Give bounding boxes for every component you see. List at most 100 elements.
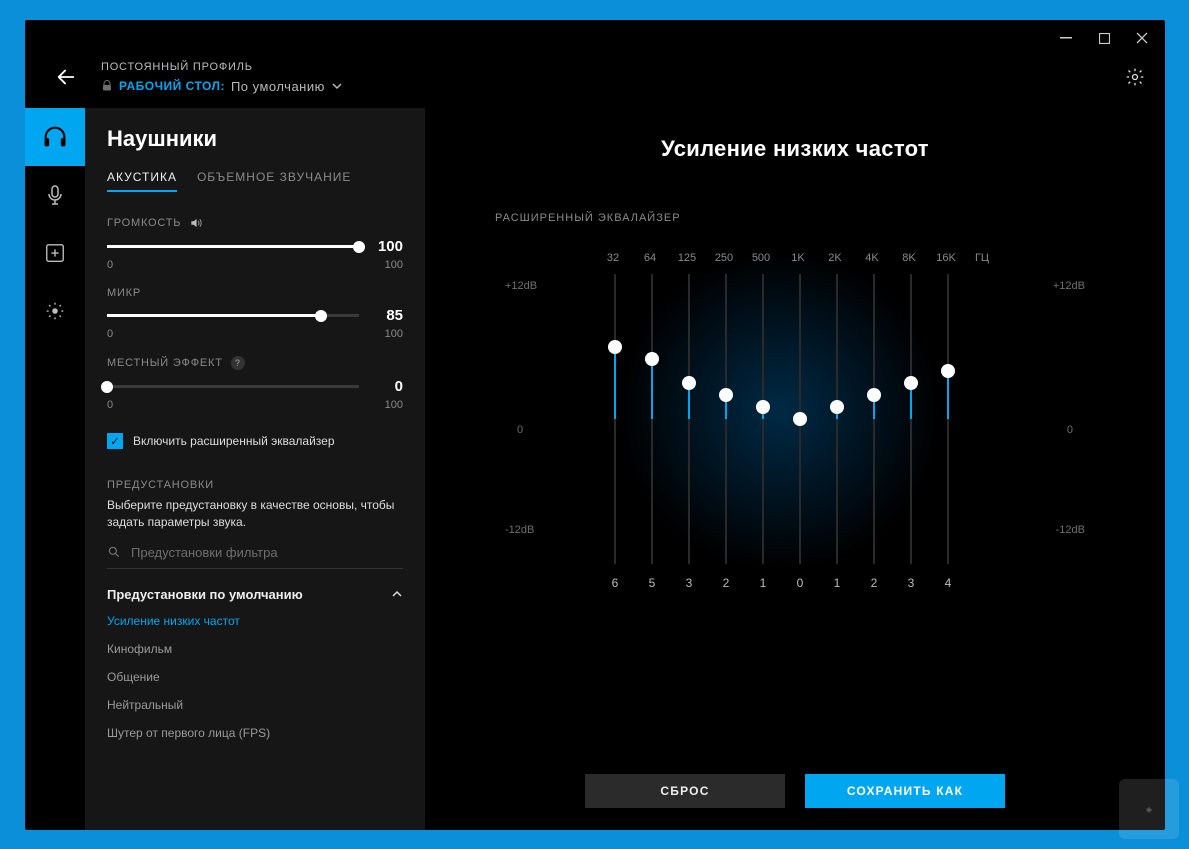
eq-band-thumb[interactable] [941,364,955,378]
eq-value: 2 [711,576,741,590]
mic-value: 85 [371,307,403,324]
eq-band[interactable] [674,274,704,564]
back-button[interactable] [45,56,87,98]
header: ПОСТОЯННЫЙ ПРОФИЛЬ РАБОЧИЙ СТОЛ: По умол… [25,56,1165,108]
search-icon [107,545,121,559]
speaker-icon [189,216,203,230]
eq-value: 0 [785,576,815,590]
eq-band-thumb[interactable] [608,340,622,354]
preset-item[interactable]: Усиление низких частот [107,614,403,628]
panel-title: Наушники [107,126,403,152]
save-as-button[interactable]: СОХРАНИТЬ КАК [805,774,1005,808]
eq-value: 4 [933,576,963,590]
bottom-buttons: СБРОС СОХРАНИТЬ КАК [425,774,1165,808]
titlebar [25,20,1165,56]
preset-search[interactable] [107,545,403,569]
eq-checkbox-row[interactable]: ✓ Включить расширенный эквалайзер [107,433,403,449]
nav-headphones[interactable] [25,108,85,166]
eq-band-thumb[interactable] [682,376,696,390]
eq-band[interactable] [637,274,667,564]
eq-value: 3 [896,576,926,590]
local-effect-value: 0 [371,378,403,395]
eq-checkbox[interactable]: ✓ [107,433,123,449]
freq-labels: 32641252505001K2K4K8K16KГЦ [495,252,1095,264]
eq-band-thumb[interactable] [719,388,733,402]
minimize-button[interactable] [1059,31,1073,45]
volume-slider[interactable] [107,245,359,248]
presets-hint: Выберите предустановку в качестве основы… [107,497,403,531]
mic-slider[interactable] [107,314,359,317]
reset-button[interactable]: СБРОС [585,774,785,808]
maximize-button[interactable] [1097,31,1111,45]
freq-label: 8K [894,252,924,264]
nav-mic[interactable] [25,166,85,224]
eq-band[interactable] [785,274,815,564]
eq-bands [495,274,1095,564]
close-button[interactable] [1135,31,1149,45]
eq-value: 3 [674,576,704,590]
preset-list: Усиление низких частот Кинофильм Общение… [107,614,403,740]
freq-label: 2K [820,252,850,264]
eq-value: 1 [748,576,778,590]
mic-label: МИКР [107,287,403,299]
settings-panel: Наушники АКУСТИКА ОБЪЕМНОЕ ЗВУЧАНИЕ ГРОМ… [85,108,425,830]
freq-label: 64 [635,252,665,264]
volume-label: ГРОМКОСТЬ [107,216,403,230]
eq-band[interactable] [859,274,889,564]
profile-link: РАБОЧИЙ СТОЛ: [119,79,225,93]
eq-band-thumb[interactable] [830,400,844,414]
preset-search-input[interactable] [131,545,403,560]
lock-icon [101,80,113,92]
preset-item[interactable]: Нейтральный [107,698,403,712]
freq-label: 1K [783,252,813,264]
chevron-down-icon [331,80,343,92]
preset-item[interactable]: Шутер от первого лица (FPS) [107,726,403,740]
eq-band-thumb[interactable] [793,412,807,426]
eq-band[interactable] [896,274,926,564]
eq-band[interactable] [711,274,741,564]
body: Наушники АКУСТИКА ОБЪЕМНОЕ ЗВУЧАНИЕ ГРОМ… [25,108,1165,830]
eq-band[interactable] [822,274,852,564]
presets-label: ПРЕДУСТАНОВКИ [107,479,403,491]
tab-acoustics[interactable]: АКУСТИКА [107,170,177,192]
local-effect-label: МЕСТНЫЙ ЭФФЕКТ ? [107,356,403,370]
eq-checkbox-label: Включить расширенный эквалайзер [133,434,335,448]
freq-label: 4K [857,252,887,264]
freq-label: 125 [672,252,702,264]
chevron-up-icon [391,588,403,600]
eq-value: 6 [600,576,630,590]
tab-surround[interactable]: ОБЪЕМНОЕ ЗВУЧАНИЕ [197,170,351,192]
freq-label: 16K [931,252,961,264]
eq-band[interactable] [748,274,778,564]
eq-band[interactable] [600,274,630,564]
eq-section-label: РАСШИРЕННЫЙ ЭКВАЛАЙЗЕР [495,212,1125,224]
preset-group-header[interactable]: Предустановки по умолчанию [107,587,403,602]
eq-band-thumb[interactable] [645,352,659,366]
profile-subtitle: ПОСТОЯННЫЙ ПРОФИЛЬ [101,61,1111,73]
local-effect-slider[interactable] [107,385,359,388]
equalizer: +12dB +12dB 0 0 -12dB -12dB 326412525050… [465,252,1125,590]
nav-add[interactable] [25,224,85,282]
eq-value: 2 [859,576,889,590]
profile-selector[interactable]: РАБОЧИЙ СТОЛ: По умолчанию [101,79,1111,94]
panel-tabs: АКУСТИКА ОБЪЕМНОЕ ЗВУЧАНИЕ [107,170,403,192]
freq-label: 32 [598,252,628,264]
eq-value: 1 [822,576,852,590]
eq-band-thumb[interactable] [904,376,918,390]
main-content: Усиление низких частот РАСШИРЕННЫЙ ЭКВАЛ… [425,108,1165,830]
preset-item[interactable]: Общение [107,670,403,684]
eq-band-thumb[interactable] [756,400,770,414]
help-icon[interactable]: ? [231,356,245,370]
iconbar [25,108,85,830]
volume-value: 100 [371,238,403,255]
settings-button[interactable] [1125,67,1145,87]
profile-name: По умолчанию [231,79,325,94]
nav-lighting[interactable] [25,282,85,340]
main-title: Усиление низких частот [465,136,1125,162]
eq-band-thumb[interactable] [867,388,881,402]
eq-band[interactable] [933,274,963,564]
app-window: ПОСТОЯННЫЙ ПРОФИЛЬ РАБОЧИЙ СТОЛ: По умол… [25,20,1165,830]
eq-value: 5 [637,576,667,590]
watermark: ◈ [1119,779,1179,839]
preset-item[interactable]: Кинофильм [107,642,403,656]
